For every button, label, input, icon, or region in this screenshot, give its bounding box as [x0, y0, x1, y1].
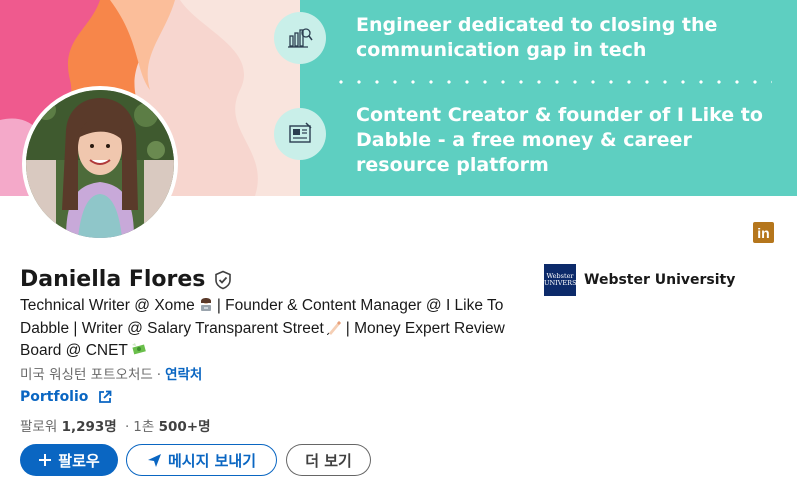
followers-row: 팔로워 1,293명 · 1촌 500+명: [20, 415, 211, 435]
plus-icon: [38, 453, 52, 467]
profile-name: Daniella Flores: [20, 267, 206, 292]
verified-shield-icon[interactable]: [213, 270, 233, 290]
location-separator: ·: [156, 367, 162, 383]
followers-label: 팔로워: [20, 419, 58, 435]
money-with-wings-emoji-icon: [131, 341, 147, 364]
profile-avatar[interactable]: [22, 86, 178, 242]
portfolio-link[interactable]: Portfolio: [20, 389, 112, 405]
portfolio-label: Portfolio: [20, 389, 89, 405]
chart-magnifier-icon: [274, 12, 326, 64]
location-text: 미국 워싱턴 포트오처드: [20, 367, 153, 383]
follow-button[interactable]: 팔로우: [20, 444, 118, 476]
connections-degree: 1촌: [133, 419, 155, 435]
more-button[interactable]: 더 보기: [286, 444, 371, 476]
technologist-emoji-icon: [198, 296, 214, 319]
location-row: 미국 워싱턴 포트오처드 · 연락처: [20, 363, 202, 383]
banner-tagline-2: Content Creator & founder of I Like to D…: [356, 103, 763, 178]
banner-line-2: communication gap in tech: [356, 39, 647, 61]
linkedin-icon[interactable]: in: [753, 222, 774, 243]
connections-count[interactable]: 500+명: [159, 419, 211, 435]
banner-line-3: Content Creator & founder of I Like to: [356, 104, 763, 126]
avatar-photo: [26, 90, 174, 238]
connections-separator: ·: [124, 419, 130, 435]
headline-part-1: Technical Writer @ Xome: [20, 297, 195, 314]
message-button[interactable]: 메시지 보내기: [126, 444, 277, 476]
writing-hand-emoji-icon: [326, 319, 343, 342]
banner-tagline-1: Engineer dedicated to closing the commun…: [356, 13, 717, 63]
external-link-icon: [99, 390, 112, 403]
banner-line-4: Dabble - a free money & career: [356, 129, 692, 151]
follow-button-label: 팔로우: [58, 451, 100, 470]
content-creator-icon: [274, 108, 326, 160]
profile-headline: Technical Writer @ Xome | Founder & Conte…: [20, 296, 530, 364]
banner-line-1: Engineer dedicated to closing the: [356, 14, 718, 36]
message-button-label: 메시지 보내기: [167, 451, 257, 470]
contact-info-link[interactable]: 연락처: [165, 367, 202, 383]
school-name: Webster University: [584, 272, 736, 288]
banner-dotted-divider: [332, 80, 772, 84]
send-icon: [147, 453, 162, 468]
followers-count[interactable]: 1,293명: [62, 419, 117, 435]
education-item[interactable]: Webster UNIVERSITY Webster University: [544, 264, 735, 296]
banner-line-5: resource platform: [356, 154, 549, 176]
name-row: Daniella Flores: [20, 267, 233, 292]
school-logo: Webster UNIVERSITY: [544, 264, 588, 296]
